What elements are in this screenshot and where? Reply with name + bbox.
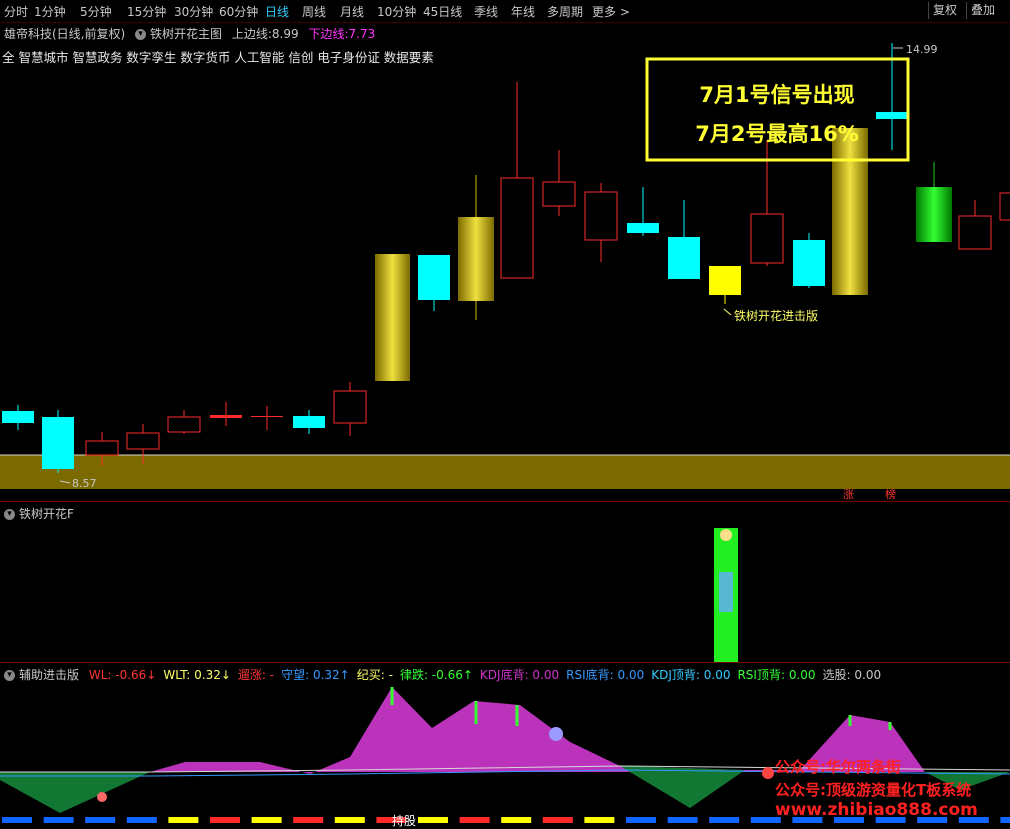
cup-icon: [549, 727, 563, 741]
stripe-segment: [251, 817, 282, 823]
period-tab-1[interactable]: 1分钟: [34, 3, 66, 20]
period-tab-3[interactable]: 15分钟: [127, 3, 166, 20]
tag-zhang: 涨: [843, 488, 854, 501]
green-area-right: [620, 766, 745, 808]
stripe-segment: [43, 817, 74, 823]
period-tab-6[interactable]: 日线: [265, 3, 289, 20]
stripe-segment: [168, 817, 199, 823]
butterfly-icon: [719, 572, 733, 612]
watermark-line2: 公众号:顶级游资量化T板系统: [775, 781, 972, 799]
stripe-segment: [542, 817, 573, 823]
main-chart: 7月1号信号出现 7月2号最高16% 14.99 8.57 铁树开花进击版 涨 …: [0, 43, 1010, 501]
heart-icon: [762, 767, 774, 779]
period-tab-10[interactable]: 45日线: [423, 3, 462, 20]
stripe-segment: [459, 817, 490, 823]
candle-body: [85, 440, 119, 456]
tag-bang: 榜: [885, 487, 896, 501]
stripe-segment: [334, 817, 365, 823]
candle-body: [500, 177, 534, 279]
candle-body: [668, 237, 700, 279]
candle-body: [750, 213, 784, 264]
candle-body: [375, 254, 410, 381]
signal-label: 铁树开花进击版: [734, 308, 818, 323]
candle-body: [458, 217, 494, 301]
candles: [2, 43, 1010, 473]
stripe-segment: [626, 817, 656, 823]
top-button-fuquan[interactable]: 复权: [928, 2, 961, 19]
stripe-segment: [85, 817, 116, 823]
panel-divider-2: [0, 662, 1010, 663]
candle-body: [251, 416, 283, 417]
candle-body: [42, 417, 74, 469]
candle-body: [418, 255, 450, 300]
stripe-segment: [501, 817, 532, 823]
period-tab-11[interactable]: 季线: [474, 3, 498, 20]
period-tab-14[interactable]: 更多 >: [592, 3, 630, 20]
period-tab-5[interactable]: 60分钟: [219, 3, 258, 20]
candle-body: [2, 411, 34, 423]
candle-body: [793, 240, 825, 286]
stripe-segment: [1000, 817, 1010, 823]
period-tab-13[interactable]: 多周期: [547, 3, 583, 20]
stripe-segment: [126, 817, 157, 823]
candle-body: [999, 192, 1010, 221]
candle-body: [542, 181, 576, 207]
candle-body: [832, 128, 868, 295]
high-price-label: 14.99: [906, 43, 938, 56]
candle-body: [916, 187, 952, 242]
candle-body: [584, 191, 618, 241]
green-area-left: [0, 772, 150, 813]
period-tab-9[interactable]: 10分钟: [377, 3, 416, 20]
stripe-segment: [418, 817, 448, 823]
period-tab-8[interactable]: 月线: [340, 3, 364, 20]
watermark-line1: 公众号:华尔两条街: [775, 758, 901, 776]
panel2-chart: [714, 528, 738, 662]
annotation-line2: 7月2号最高16%: [695, 122, 859, 146]
top-button-diejia[interactable]: 叠加: [966, 2, 999, 19]
period-tab-2[interactable]: 5分钟: [80, 3, 112, 20]
stripe-segment: [2, 817, 32, 823]
diamond-icon: [97, 792, 107, 802]
stripe-segment: [667, 817, 698, 823]
stripe-segment: [210, 817, 240, 823]
period-toolbar: 分时 1分钟 5分钟 15分钟 30分钟 60分钟 日线 周线 月线 10分钟 45日线 季线 年线 多周…: [0, 0, 1010, 23]
stripe-segment: [709, 817, 740, 823]
candle-body: [126, 432, 160, 450]
period-tab-7[interactable]: 周线: [302, 3, 326, 20]
candle-body: [958, 215, 992, 250]
candle-body: [210, 415, 242, 418]
hold-label: 持股: [392, 813, 416, 828]
candle-body: [876, 112, 908, 119]
period-tab-12[interactable]: 年线: [511, 3, 535, 20]
annotation-line1: 7月1号信号出现: [699, 83, 854, 107]
stripe-segment: [293, 817, 324, 823]
candle-body: [333, 390, 367, 424]
period-tab-4[interactable]: 30分钟: [174, 3, 213, 20]
low-price-label: 8.57: [72, 477, 97, 490]
candle-body: [167, 416, 201, 433]
candle-body: [709, 266, 741, 295]
candle-body: [293, 416, 325, 428]
gold-band: [0, 455, 1010, 489]
candle-body: [627, 223, 659, 233]
money-bag-icon: [720, 529, 732, 541]
watermark-line3: www.zhibiao888.com: [775, 800, 978, 820]
stripe-segment: [584, 817, 615, 823]
period-tab-0[interactable]: 分时: [4, 3, 28, 20]
